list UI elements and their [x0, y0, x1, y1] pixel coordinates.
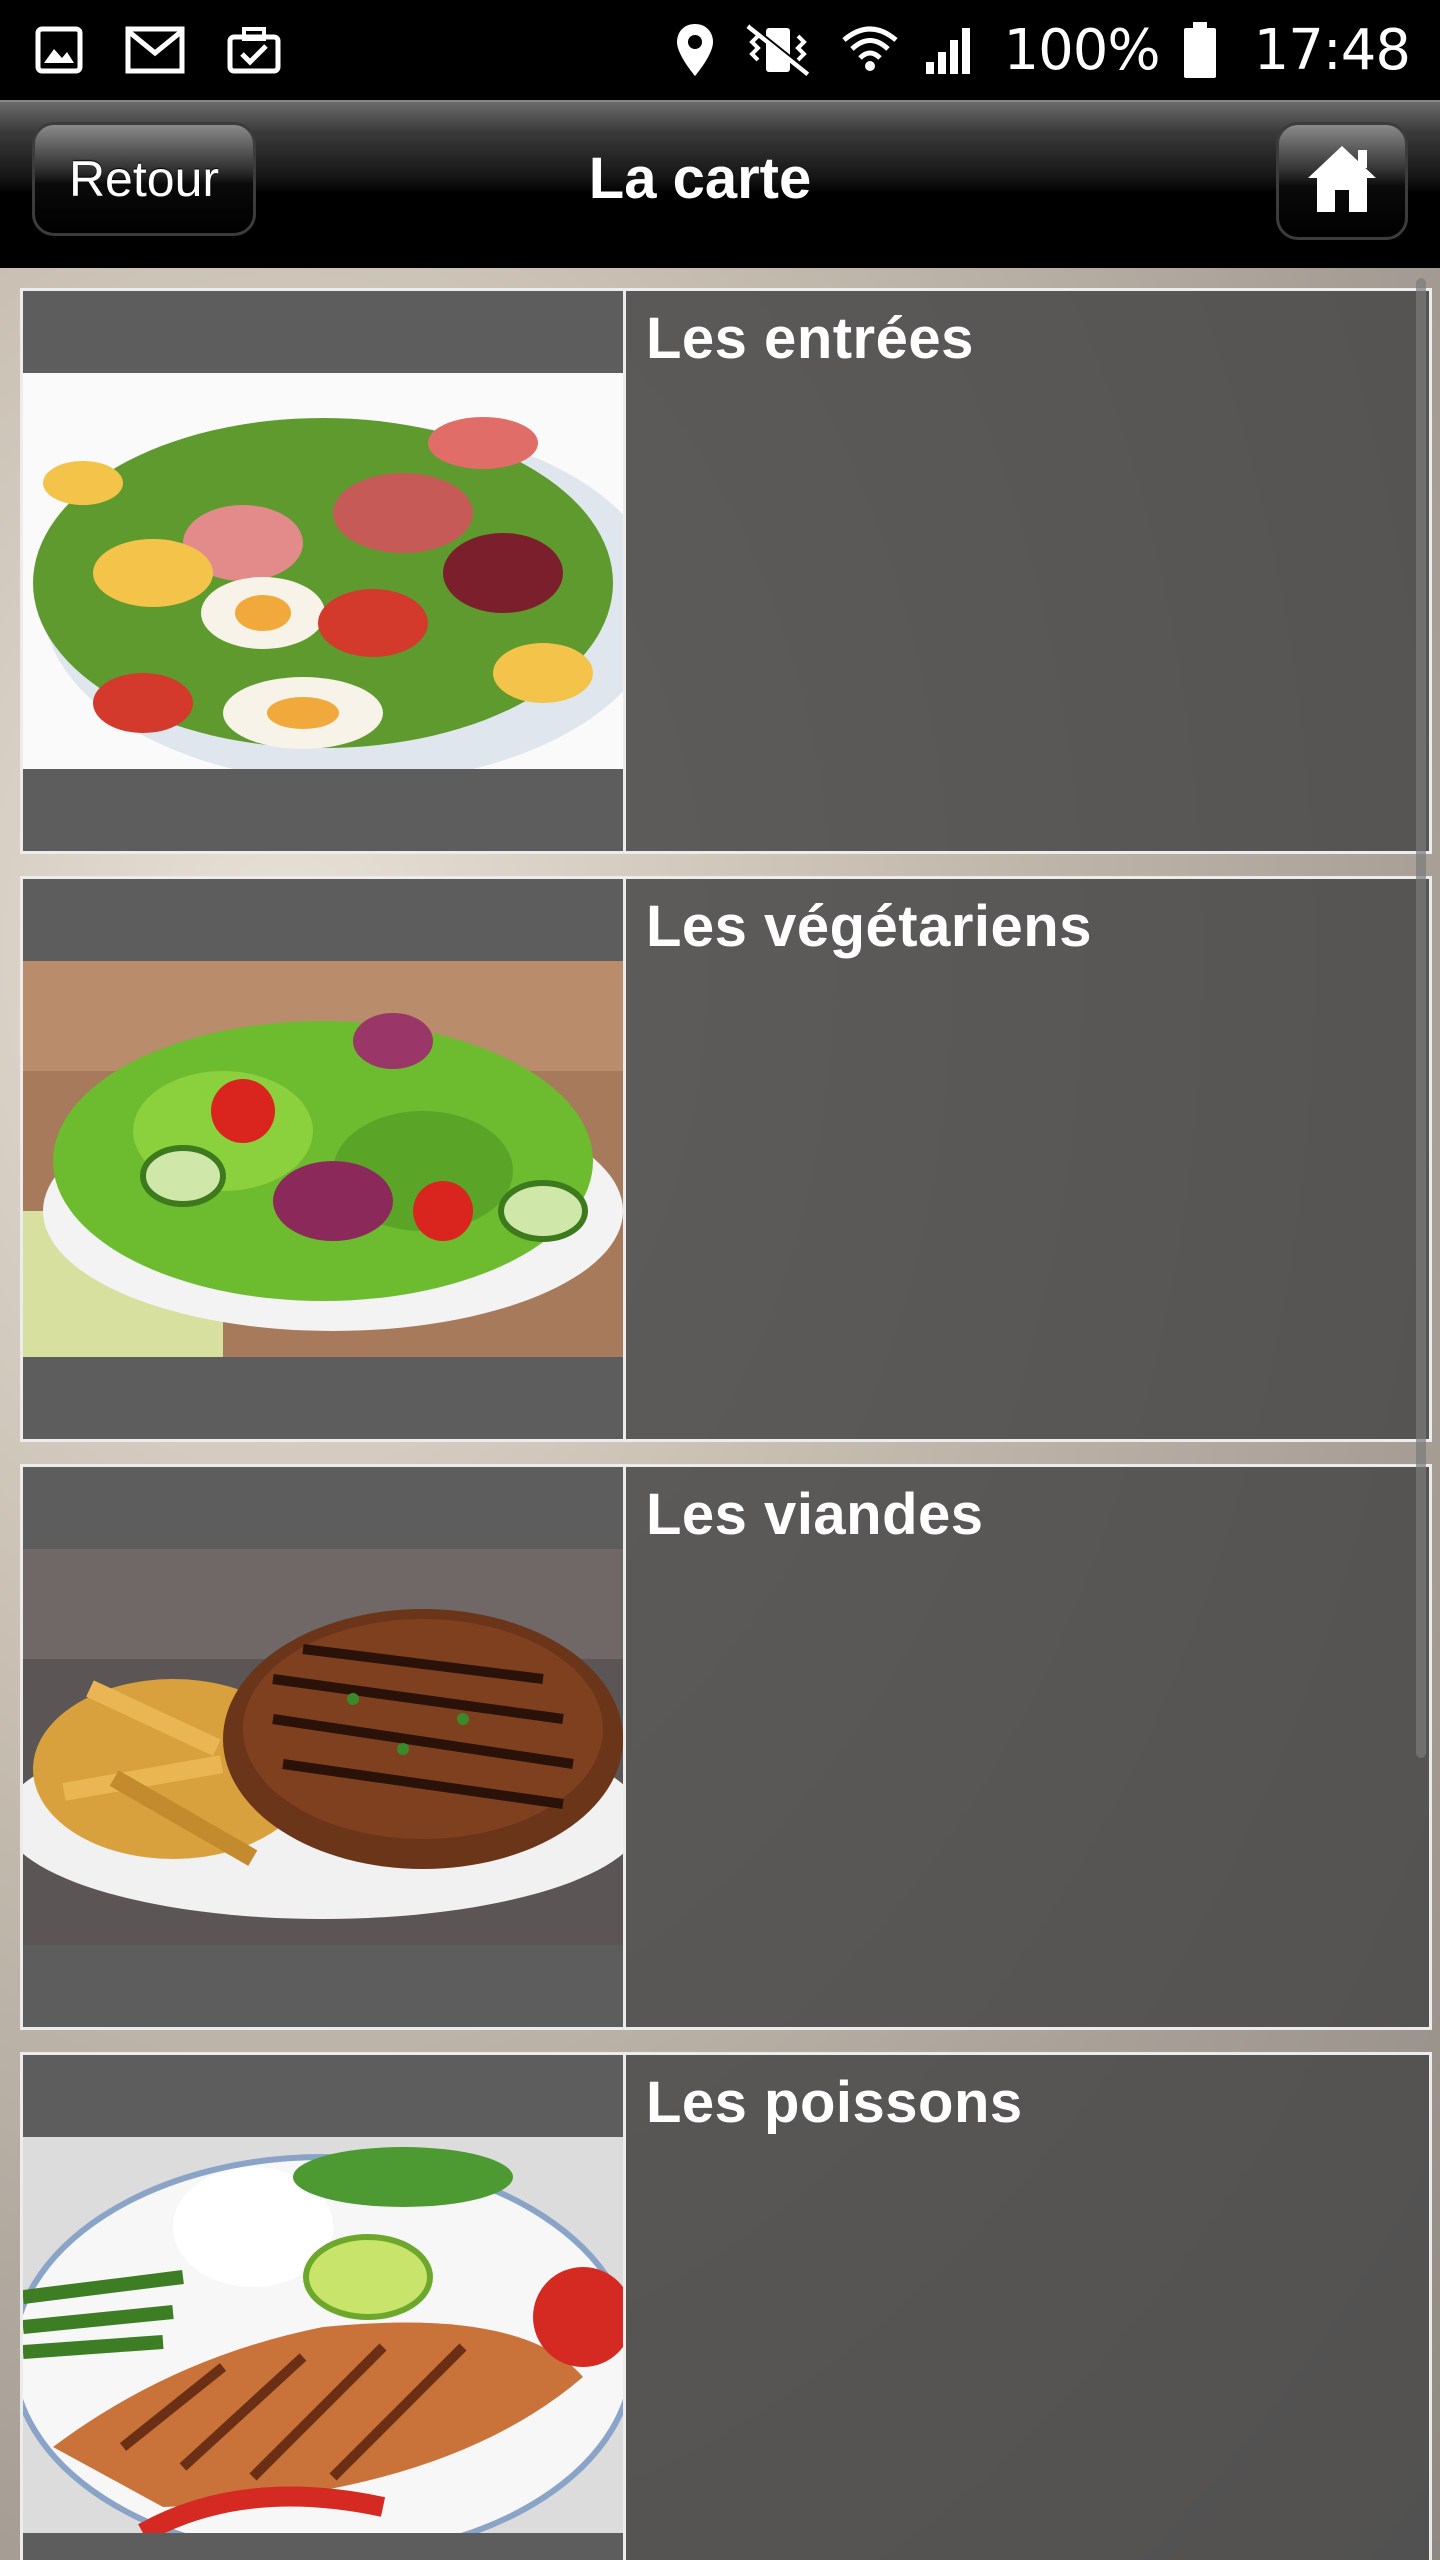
menu-item-viandes[interactable]: Les viandes: [20, 1464, 1432, 2030]
menu-item-entrees[interactable]: Les entrées: [20, 288, 1432, 854]
status-right-icons: 100% 17:48: [652, 18, 1411, 83]
green-salad-photo: [23, 961, 623, 1357]
item-body: Les poissons: [626, 2052, 1432, 2560]
item-title: Les poissons: [646, 2070, 1023, 2135]
clock: 17:48: [1253, 17, 1411, 83]
item-body: Les viandes: [626, 1464, 1432, 2030]
item-thumbnail: [20, 876, 626, 1442]
item-body: Les entrées: [626, 288, 1432, 854]
battery-percentage: 100%: [1003, 17, 1161, 83]
scrollbar[interactable]: [1416, 278, 1426, 1758]
item-thumbnail: [20, 2052, 626, 2560]
status-bar: 100% 17:48: [0, 0, 1440, 100]
home-icon: [1304, 142, 1380, 221]
menu-item-poissons[interactable]: Les poissons: [20, 2052, 1432, 2560]
briefcase-check-icon: [226, 25, 282, 75]
menu-content[interactable]: Les entrées Les végétariens Les viandes …: [0, 268, 1440, 2560]
gallery-icon: [34, 25, 84, 75]
item-title: Les viandes: [646, 1482, 984, 1547]
page-title: La carte: [588, 145, 812, 211]
gmail-icon: [124, 25, 186, 75]
status-left-icons: [34, 25, 322, 75]
steak-fries-photo: [23, 1549, 623, 1945]
app-header: Retour La carte: [0, 100, 1440, 268]
item-body: Les végétariens: [626, 876, 1432, 1442]
salad-eggs-ham-photo: [23, 373, 623, 769]
home-button[interactable]: [1276, 122, 1408, 240]
wifi-icon: [840, 22, 900, 78]
salmon-rice-photo: [23, 2137, 623, 2533]
item-title: Les entrées: [646, 306, 974, 371]
vibrate-icon: [738, 22, 818, 78]
location-icon: [674, 22, 716, 78]
item-thumbnail: [20, 288, 626, 854]
menu-item-vegetariens[interactable]: Les végétariens: [20, 876, 1432, 1442]
battery-icon: [1182, 20, 1218, 80]
signal-icon: [922, 22, 978, 78]
item-thumbnail: [20, 1464, 626, 2030]
item-title: Les végétariens: [646, 894, 1092, 959]
